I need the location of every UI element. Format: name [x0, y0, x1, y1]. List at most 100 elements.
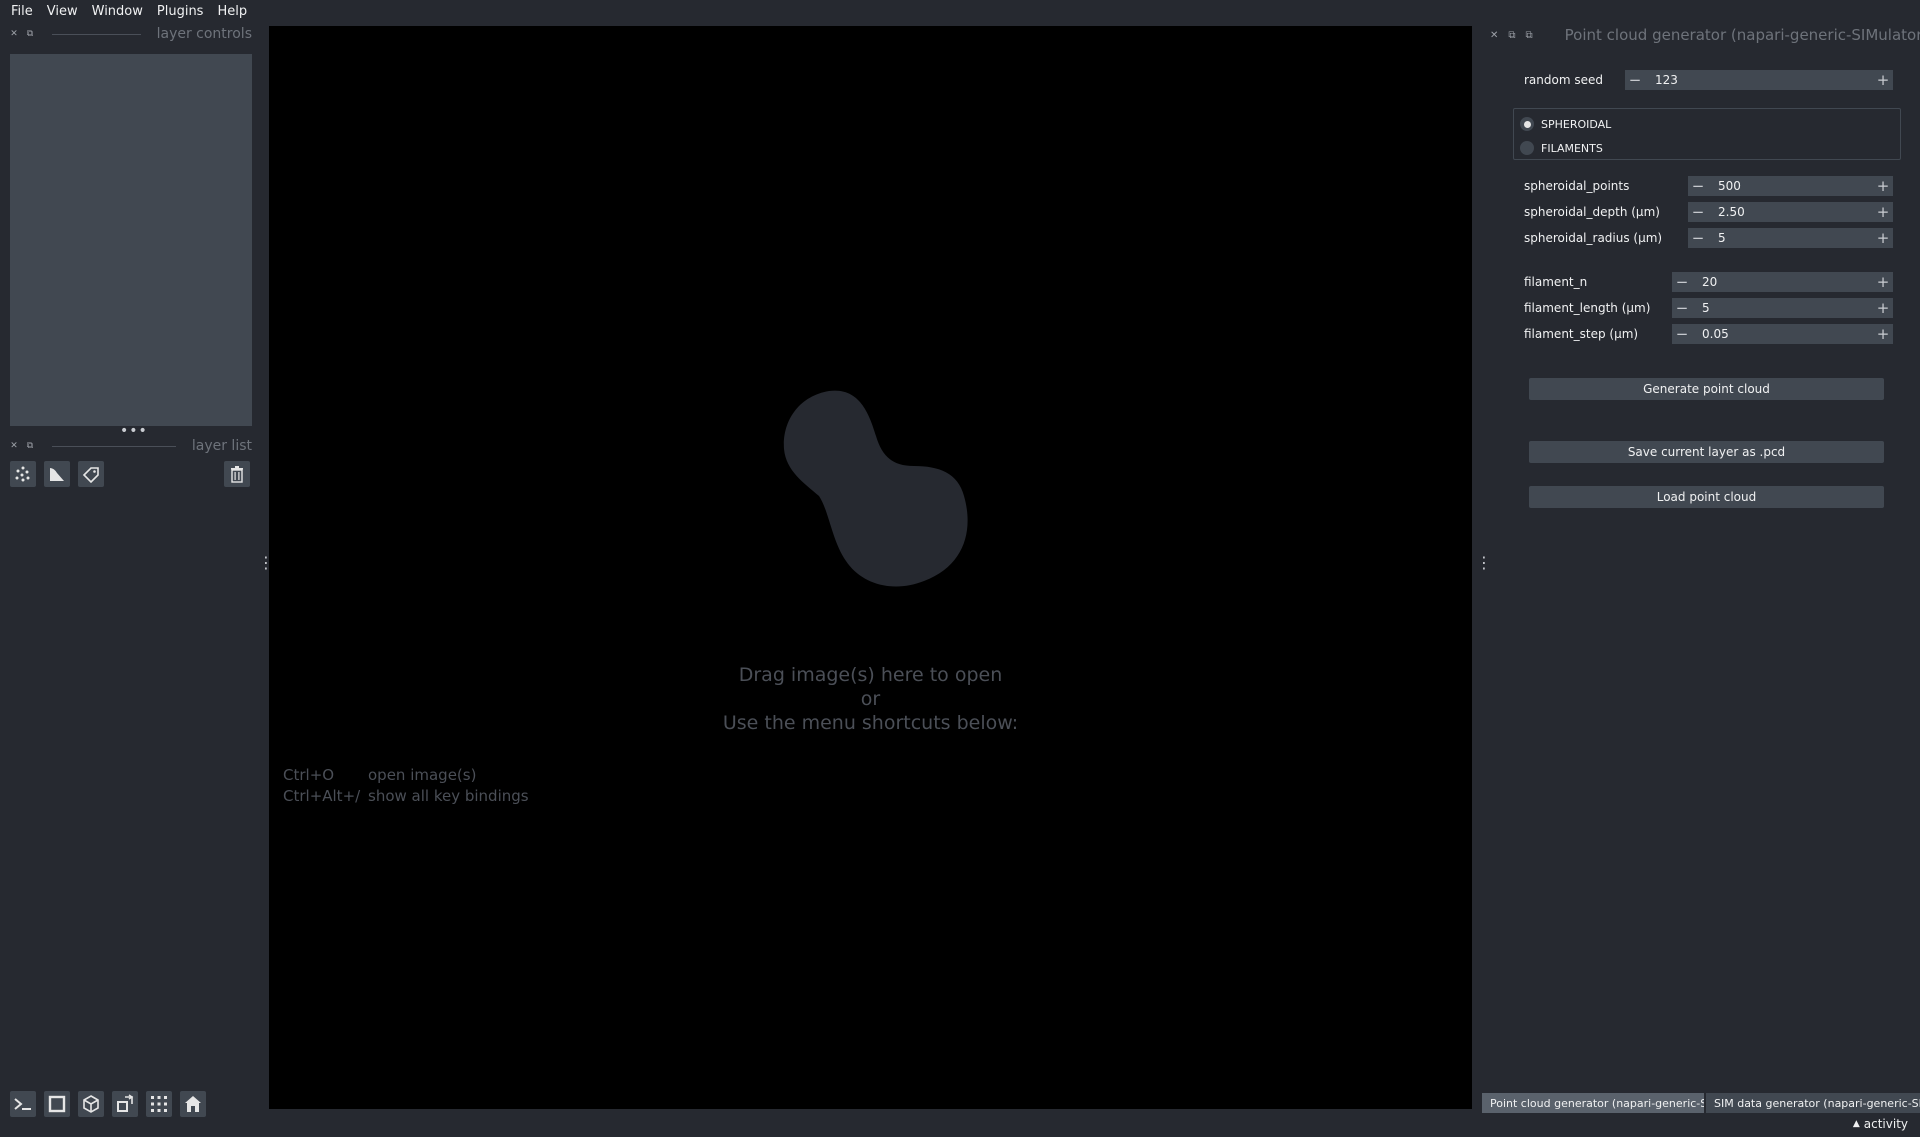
- spheroidal-points-spinbox[interactable]: − 500 +: [1688, 176, 1893, 196]
- trash-icon: [231, 466, 243, 483]
- random-seed-spinbox[interactable]: − 123 +: [1625, 70, 1893, 90]
- labels-icon: [82, 467, 99, 483]
- close-dock-icon[interactable]: ✕: [1490, 30, 1498, 41]
- new-points-layer-button[interactable]: [10, 461, 36, 487]
- menu-file[interactable]: File: [4, 0, 40, 24]
- load-point-cloud-button[interactable]: Load point cloud: [1529, 486, 1884, 508]
- layer-buttons: [10, 461, 252, 489]
- spheroidal-radius-label: spheroidal_radius (μm): [1524, 231, 1663, 245]
- 3d-cube-icon: [83, 1095, 99, 1113]
- layer-controls-panel: [10, 54, 252, 426]
- decrement-icon[interactable]: −: [1688, 202, 1708, 222]
- welcome-message: Drag image(s) here to open or Use the me…: [269, 663, 1472, 735]
- increment-icon[interactable]: +: [1873, 176, 1893, 196]
- filament-length-spinbox[interactable]: − 5 +: [1672, 298, 1893, 318]
- close-dock-icon[interactable]: ✕: [10, 441, 18, 451]
- dock-splitter-handle[interactable]: •••: [120, 424, 147, 438]
- filament-step-spinbox[interactable]: − 0.05 +: [1672, 324, 1893, 344]
- increment-icon[interactable]: +: [1873, 298, 1893, 318]
- decrement-icon[interactable]: −: [1625, 70, 1645, 90]
- layer-list-titlebar: ✕ ⧉ layer list: [10, 438, 252, 454]
- activity-toggle[interactable]: ▲ activity: [1853, 1117, 1908, 1131]
- decrement-icon[interactable]: −: [1688, 228, 1708, 248]
- filament-length-value[interactable]: 5: [1692, 301, 1873, 315]
- radio-unchecked-icon[interactable]: [1520, 141, 1534, 155]
- filament-n-label: filament_n: [1524, 275, 1588, 289]
- radio-checked-icon[interactable]: [1520, 117, 1534, 131]
- spheroidal-radius-spinbox[interactable]: − 5 +: [1688, 228, 1893, 248]
- float-dock-icon[interactable]: ⧉: [26, 441, 34, 451]
- decrement-icon[interactable]: −: [1672, 298, 1692, 318]
- increment-icon[interactable]: +: [1873, 202, 1893, 222]
- plugin-dock-title: Point cloud generator (napari-generic-SI…: [1564, 26, 1920, 44]
- float-dock-icon[interactable]: ⧉: [26, 29, 34, 39]
- welcome-line-1: Drag image(s) here to open: [738, 664, 1003, 686]
- increment-icon[interactable]: +: [1873, 324, 1893, 344]
- chevron-up-icon: ▲: [1852, 1119, 1860, 1129]
- shortcut-list: Ctrl+O open image(s) Ctrl+Alt+/ show all…: [283, 765, 529, 807]
- decrement-icon[interactable]: −: [1672, 324, 1692, 344]
- radio-spheroidal-label: SPHEROIDAL: [1541, 117, 1612, 131]
- float-dock-icon[interactable]: ⧉: [1508, 30, 1515, 41]
- spheroidal-points-value[interactable]: 500: [1708, 179, 1873, 193]
- hide-title-icon[interactable]: ⧉: [1526, 30, 1533, 41]
- menu-window[interactable]: Window: [85, 0, 150, 24]
- plugin-dock-titlebar: ✕ ⧉ ⧉ Point cloud generator (napari-gene…: [1490, 24, 1920, 46]
- radio-filaments-label: FILAMENTS: [1541, 141, 1603, 155]
- tab-sim-data-generator[interactable]: SIM data generator (napari-generic-SI...: [1706, 1093, 1920, 1113]
- filament-n-value[interactable]: 20: [1692, 275, 1873, 289]
- menu-help[interactable]: Help: [210, 0, 254, 24]
- ndisplay-icon: [48, 1095, 66, 1113]
- napari-window: File View Window Plugins Help ✕ ⧉ layer …: [0, 0, 1920, 1137]
- radio-filaments[interactable]: FILAMENTS: [1520, 141, 1603, 155]
- menu-view[interactable]: View: [40, 0, 85, 24]
- layer-list-title: layer list: [191, 438, 252, 454]
- delete-layer-button[interactable]: [224, 461, 250, 487]
- random-seed-value[interactable]: 123: [1645, 73, 1873, 87]
- spheroidal-depth-row: spheroidal_depth (μm): [1524, 202, 1660, 222]
- increment-icon[interactable]: +: [1873, 70, 1893, 90]
- generate-point-cloud-button[interactable]: Generate point cloud: [1529, 378, 1884, 400]
- spheroidal-radius-value[interactable]: 5: [1708, 231, 1873, 245]
- shortcut-desc: open image(s): [368, 766, 477, 784]
- filament-step-row: filament_step (μm): [1524, 324, 1638, 344]
- shortcut-row: Ctrl+O open image(s): [283, 765, 529, 786]
- shortcut-key: Ctrl+Alt+/: [283, 787, 361, 805]
- activity-label: activity: [1863, 1117, 1908, 1131]
- random-seed-label: random seed: [1524, 73, 1603, 87]
- filament-step-value[interactable]: 0.05: [1692, 327, 1873, 341]
- shortcut-key: Ctrl+O: [283, 766, 335, 784]
- distribution-radio-group: SPHEROIDAL FILAMENTS: [1513, 108, 1901, 160]
- close-dock-icon[interactable]: ✕: [10, 29, 18, 39]
- new-shapes-layer-button[interactable]: [44, 461, 70, 487]
- increment-icon[interactable]: +: [1873, 272, 1893, 292]
- new-labels-layer-button[interactable]: [78, 461, 104, 487]
- menu-plugins[interactable]: Plugins: [150, 0, 211, 24]
- radio-spheroidal[interactable]: SPHEROIDAL: [1520, 117, 1611, 131]
- decrement-icon[interactable]: −: [1688, 176, 1708, 196]
- filament-length-label: filament_length (μm): [1524, 301, 1651, 315]
- spheroidal-depth-value[interactable]: 2.50: [1708, 205, 1873, 219]
- spheroidal-radius-row: spheroidal_radius (μm): [1524, 228, 1662, 248]
- filament-step-label: filament_step (μm): [1524, 327, 1639, 341]
- viewer-canvas[interactable]: Drag image(s) here to open or Use the me…: [269, 26, 1472, 1109]
- left-dock-splitter[interactable]: ⋮: [258, 555, 274, 580]
- increment-icon[interactable]: +: [1873, 228, 1893, 248]
- layer-controls-titlebar: ✕ ⧉ layer controls: [10, 26, 252, 42]
- title-rule: [52, 33, 141, 35]
- grid-icon: [151, 1096, 167, 1112]
- spheroidal-depth-spinbox[interactable]: − 2.50 +: [1688, 202, 1893, 222]
- decrement-icon[interactable]: −: [1672, 272, 1692, 292]
- shortcut-desc: show all key bindings: [368, 787, 529, 805]
- points-icon: [15, 466, 30, 482]
- spheroidal-depth-label: spheroidal_depth (μm): [1524, 205, 1660, 219]
- spheroidal-points-row: spheroidal_points: [1524, 176, 1629, 196]
- filament-length-row: filament_length (μm): [1524, 298, 1650, 318]
- layer-list[interactable]: [10, 499, 252, 1059]
- filament-n-spinbox[interactable]: − 20 +: [1672, 272, 1893, 292]
- tab-point-cloud-generator[interactable]: Point cloud generator (napari-generic-SI…: [1482, 1093, 1704, 1113]
- save-layer-pcd-button[interactable]: Save current layer as .pcd: [1529, 441, 1884, 463]
- shapes-icon: [50, 468, 64, 481]
- console-icon: [14, 1098, 31, 1110]
- shortcut-row: Ctrl+Alt+/ show all key bindings: [283, 786, 529, 807]
